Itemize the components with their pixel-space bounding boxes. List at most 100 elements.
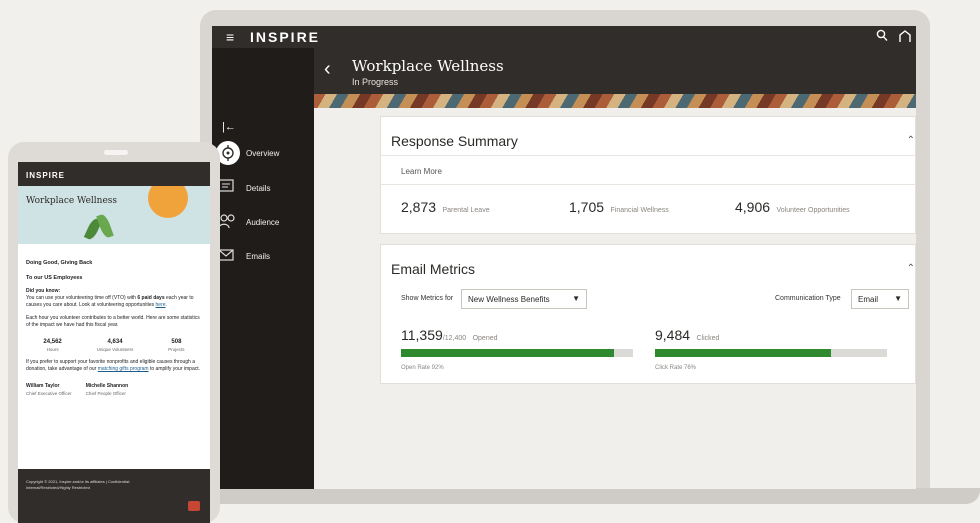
card-title: Email Metrics [391,261,476,277]
stat-value: 4,906 [735,199,771,215]
brand-badge-icon [188,501,200,511]
leaf-illustration [96,213,114,239]
click-rate-fill [655,349,832,357]
page-status: In Progress [352,77,399,87]
email-footer: Copyright © 2021, Inspire and/or its aff… [18,469,210,523]
nav-item-audience[interactable]: Audience [216,210,312,238]
show-metrics-select[interactable]: New Wellness Benefits ▼ [461,289,587,309]
signer-name: Michelle Shannon [85,383,129,389]
stat-financial-wellness: 1,705 Financial Wellness [569,199,669,217]
email-heading: Doing Good, Giving Back [26,260,93,266]
main-content: Response Summary ⌃ Learn More 2,873 Pare… [314,108,916,489]
comm-type-select[interactable]: Email ▼ [851,289,909,309]
signers: William Taylor Chief Executive Officer Mi… [26,383,202,397]
stat-label: Unique Volunteers [96,347,134,352]
nav-label: Details [246,184,271,193]
comm-type-label: Communication Type [775,295,841,302]
sun-illustration [148,186,188,218]
footer-text: Internal/Restricted/Highly Restricted [26,485,90,490]
open-rate-text: Open Rate 92% [401,365,444,371]
stat-label: Hours [46,347,59,352]
menu-icon[interactable]: ≡ [226,29,234,45]
email-hero: Workplace Wellness [18,186,210,244]
email-metrics-card: Email Metrics ⌃ Show Metrics for New Wel… [380,244,916,384]
caret-down-icon: ▼ [894,294,902,303]
stat-value: 1,705 [569,199,605,215]
click-rate-text: Click Rate 76% [655,365,697,371]
phone-frame: INSPIRE Workplace Wellness Doing Good, G… [8,142,220,523]
side-nav: |← Overview Details Audience Emails [212,48,314,489]
stat-label: Volunteer Opportunities [776,207,850,214]
did-you-know: Did you know: [26,288,61,294]
email-stat: 508 Projects [168,339,184,353]
open-rate-fill [401,349,615,357]
chevron-up-icon[interactable]: ⌃ [907,263,915,274]
learn-more-link[interactable]: Learn More [401,167,442,176]
email-stats: 24,562 Hours 4,634 Unique Volunteers 508 Pr… [26,339,202,353]
search-icon[interactable] [876,29,888,43]
nav-item-details[interactable]: Details [216,176,312,204]
card-title: Response Summary [391,133,518,149]
stat-label: Parental Leave [442,207,490,214]
back-arrow-icon[interactable]: ‹ [324,58,331,81]
stat-value: 4,634 [107,339,123,345]
response-summary-card: Response Summary ⌃ Learn More 2,873 Pare… [380,116,916,234]
signer: Michelle Shannon Chief People Officer [86,383,129,397]
page-title: Workplace Wellness [352,57,504,75]
metric-label: Clicked [696,335,720,342]
open-rate-bar [401,349,633,357]
select-value: New Wellness Benefits [468,295,550,304]
metric-value: 9,484 [655,327,691,343]
stat-label: Financial Wellness [610,207,669,214]
email-hero-title: Workplace Wellness [26,196,118,206]
signer: William Taylor Chief Executive Officer [26,383,72,397]
email-salutation: To our US Employees [26,275,83,281]
brand-logo: INSPIRE [250,29,321,45]
laptop-base [186,488,980,504]
desktop-screen: ≡ INSPIRE |← Overview Details Audience E… [212,26,916,489]
phone-speaker [104,150,128,155]
signer-title: Chief Executive Officer [26,391,72,396]
metric-clicked: 9,484 Clicked [655,327,719,345]
stat-value: 508 [171,339,182,345]
click-rate-bar [655,349,887,357]
signer-title: Chief People Officer [85,391,126,396]
stat-label: Projects [168,347,185,352]
chevron-up-icon[interactable]: ⌃ [907,135,915,146]
collapse-nav-icon[interactable]: |← [222,121,236,133]
signer-name: William Taylor [26,383,60,389]
nav-item-emails[interactable]: Emails [216,244,312,272]
nav-item-overview[interactable]: Overview [216,141,312,169]
home-icon[interactable] [898,29,912,43]
email-stat: 4,634 Unique Volunteers [97,339,134,353]
top-bar: ≡ INSPIRE [212,26,916,48]
stat-parental-leave: 2,873 Parental Leave [401,199,490,217]
stat-volunteer-opportunities: 4,906 Volunteer Opportunities [735,199,850,217]
email-stat: 24,562 Hours [43,339,61,353]
metric-value: 11,359 [401,327,443,343]
metric-opened: 11,359/12,400 Opened [401,327,498,345]
email-body: Doing Good, Giving Back To our US Employ… [18,244,210,405]
metric-total: /12,400 [442,335,467,342]
email-paragraph: If you prefer to support your favorite n… [26,359,202,373]
text-bold: 6 paid days [137,295,165,301]
text: You can use your volunteering time off (… [26,295,138,301]
email-paragraph: Did you know: You can use your volunteer… [26,288,194,308]
email-brand: INSPIRE [18,162,210,186]
stat-value: 24,562 [43,339,62,345]
nav-label: Overview [246,149,280,158]
volunteer-link[interactable]: here [156,302,166,308]
divider [381,184,916,185]
caret-down-icon: ▼ [572,294,580,303]
divider [381,155,916,156]
stat-value: 2,873 [401,199,437,215]
matching-gifts-link[interactable]: matching gifts program [98,366,149,372]
email-paragraph: Each hour you volunteer contributes to a… [26,315,200,328]
email-preview: INSPIRE Workplace Wellness Doing Good, G… [18,162,210,523]
nav-label: Audience [246,218,280,227]
select-value: Email [858,295,879,304]
metric-label: Opened [472,335,498,342]
text: to amplify your impact. [148,366,200,372]
nav-label: Emails [246,252,271,261]
show-metrics-label: Show Metrics for [401,295,454,302]
